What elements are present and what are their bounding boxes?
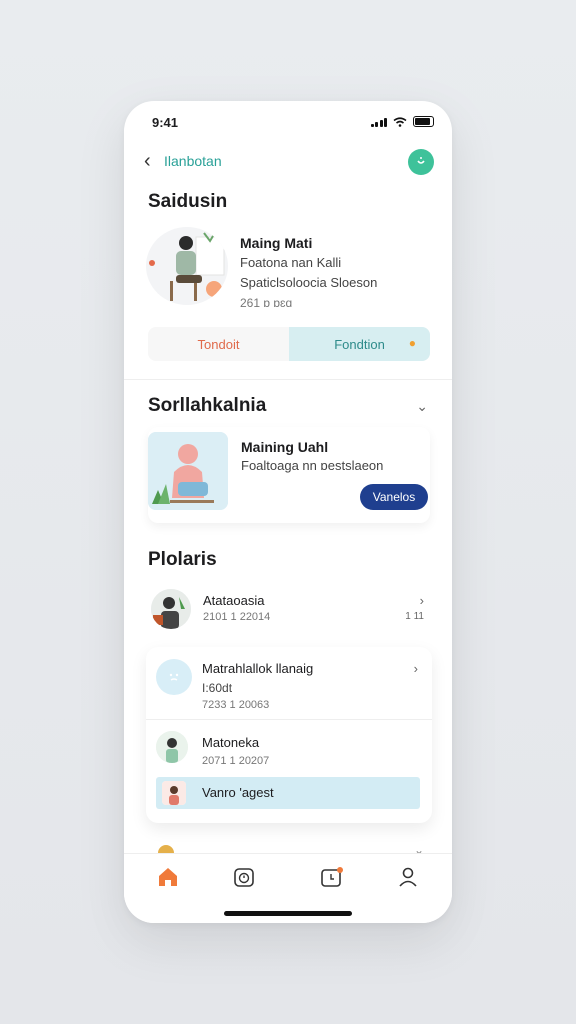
- profile-icon: [399, 867, 417, 887]
- tab-calendar[interactable]: [318, 864, 346, 890]
- phone-screen: 9:41 ‹ Ilanbotan Saidusin Maing Mati Foa…: [124, 101, 452, 923]
- segmented-control: Tondoit Fondtion ●: [148, 327, 430, 361]
- smile-icon[interactable]: [408, 149, 434, 175]
- avatar: [151, 589, 191, 629]
- list-item[interactable]: Atataoasia 2101 1 22014 › 1 11: [148, 589, 428, 635]
- card-name: Maining Uahl: [241, 439, 329, 455]
- list-item-line: I:60dt: [202, 681, 233, 695]
- section-title-sorllahkalnia: Sorllahkalnia: [148, 395, 267, 416]
- avatar: [162, 781, 186, 805]
- segment-option-tondoit[interactable]: Tondoit: [148, 327, 289, 361]
- list-item-name: Matrahlallok llanaig: [202, 661, 314, 676]
- avatar: [156, 731, 188, 763]
- timer-icon: [234, 868, 254, 887]
- list-item-name: Atataoasia: [203, 593, 265, 608]
- chevron-right-icon: ›: [419, 593, 424, 608]
- profile-date: 261 ɒ ɒɛɑ: [240, 296, 293, 310]
- list-item-name: Matoneka: [202, 735, 260, 750]
- signal-icon: [370, 117, 387, 127]
- chevron-down-icon[interactable]: ⌄: [416, 398, 428, 415]
- list-item[interactable]: Matoneka 2071 1 20207: [156, 731, 422, 771]
- card-thumbnail: [148, 432, 228, 510]
- tab-timer[interactable]: [230, 864, 258, 890]
- status-icons: [370, 116, 434, 127]
- profile-line1: Foatona nan Kalli: [240, 255, 342, 270]
- divider: [146, 719, 432, 720]
- header: ‹ Ilanbotan: [144, 149, 434, 177]
- section-title-plolaris: Plolaris: [148, 549, 217, 570]
- list-item-date: 7233 1 20063: [202, 699, 270, 711]
- profile-name: Maing Mati: [240, 235, 313, 251]
- list-card: Matrahlallok llanaig I:60dt 7233 1 20063…: [146, 647, 432, 823]
- profile-info: Maing Mati Foatona nan Kalli Spaticlsolo…: [240, 233, 377, 313]
- header-title: Ilanbotan: [164, 153, 222, 169]
- section-title-saidusin: Saidusin: [148, 191, 228, 212]
- list-item-date: 2071 1 20207: [202, 755, 270, 767]
- list-item[interactable]: Matrahlallok llanaig I:60dt 7233 1 20063…: [156, 657, 422, 717]
- featured-card[interactable]: Maining Uahl Foaltoaga nn ɒestslaeon Van…: [148, 427, 430, 523]
- list-item-meta: 1 11: [405, 611, 424, 622]
- status-bar: 9:41: [152, 115, 434, 131]
- wifi-icon: [393, 116, 407, 127]
- calendar-notification-icon: [321, 867, 343, 887]
- avatar: [146, 227, 228, 305]
- divider: [124, 379, 452, 380]
- segment-option-fondtion[interactable]: Fondtion ●: [289, 327, 430, 361]
- profile-card[interactable]: Maing Mati Foatona nan Kalli Spaticlsolo…: [146, 227, 434, 310]
- tab-home[interactable]: [154, 864, 182, 890]
- home-icon: [159, 868, 177, 886]
- card-action-button[interactable]: Vanelos: [360, 484, 428, 510]
- chevron-left-icon[interactable]: ‹: [144, 151, 151, 171]
- tab-profile[interactable]: [394, 864, 422, 890]
- pin-icon: ●: [408, 336, 416, 350]
- list-item-name: Vanro 'agest: [202, 785, 274, 800]
- segment-option-label: Fondtion: [334, 336, 385, 352]
- list-item-date: 2101 1 22014: [203, 611, 271, 623]
- face-icon: [156, 659, 192, 695]
- status-time: 9:41: [152, 115, 179, 130]
- profile-line2: Spaticlsoloocia Sloeson: [240, 275, 378, 290]
- chevron-right-icon: ›: [413, 661, 418, 676]
- avatar: [158, 845, 174, 853]
- home-indicator: [224, 911, 352, 916]
- list-item-selected[interactable]: Vanro 'agest: [156, 777, 420, 809]
- battery-icon: [413, 116, 434, 127]
- card-subtitle: Foaltoaga nn ɒestslaeon: [241, 458, 384, 473]
